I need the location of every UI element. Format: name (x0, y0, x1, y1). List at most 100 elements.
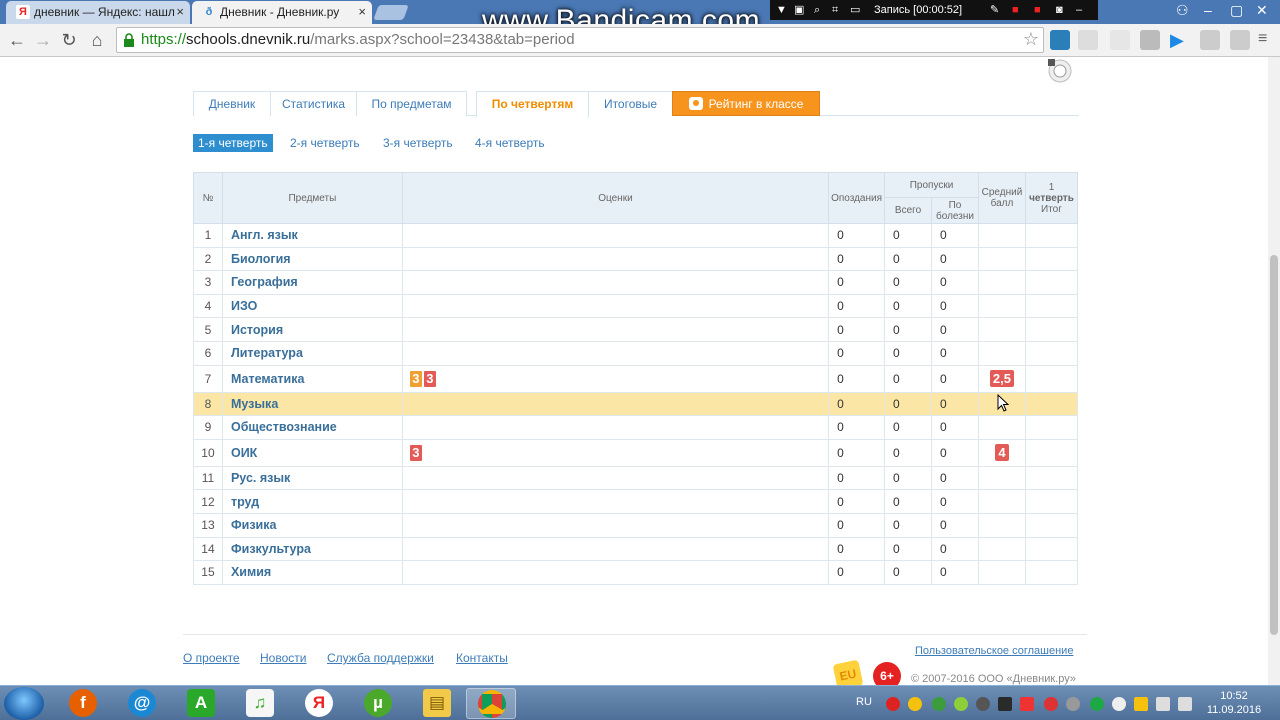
subject-link[interactable]: Литература (221, 340, 403, 366)
subject-link[interactable]: География (221, 270, 403, 295)
taskbar-app-chrome[interactable] (466, 688, 516, 719)
tray-icon[interactable] (932, 697, 946, 711)
absences-total: 0 (884, 438, 932, 467)
forward-icon[interactable]: → (32, 29, 54, 51)
footer-link-contacts[interactable]: Контакты (456, 651, 508, 665)
subject-link[interactable]: ОИК (221, 438, 403, 467)
tab-class-rating[interactable]: Рейтинг в классе (672, 91, 820, 116)
crop-icon[interactable]: ⌗ (832, 0, 838, 20)
bookmark-star-icon[interactable]: ☆ (1023, 29, 1039, 50)
row-number: 11 (193, 465, 223, 491)
minimize-icon[interactable]: – (1076, 0, 1082, 20)
quarter-3-link[interactable]: 3-я четверть (378, 134, 458, 152)
minimize-window-icon[interactable]: – (1204, 0, 1212, 20)
average-badge[interactable]: 2,5 (989, 370, 1014, 388)
taskbar-app-explorer[interactable]: ▤ (412, 688, 462, 719)
extension-icon[interactable] (1078, 30, 1098, 50)
subject-link[interactable]: Обществознание (221, 415, 403, 440)
tray-icon[interactable] (954, 697, 968, 711)
search-icon[interactable] (1110, 30, 1130, 50)
menu-icon[interactable]: ≡ (1258, 30, 1278, 50)
new-tab-button[interactable] (373, 5, 409, 20)
subject-link[interactable]: Химия (221, 560, 403, 585)
network-icon[interactable] (1156, 697, 1170, 711)
close-tab-icon[interactable]: × (176, 1, 184, 23)
taskbar-app-mail[interactable]: @ (117, 688, 167, 719)
extension-icon[interactable] (1050, 30, 1070, 50)
reload-icon[interactable]: ↻ (58, 29, 80, 51)
tray-icon[interactable] (908, 697, 922, 711)
pause-icon[interactable]: ■ (1012, 0, 1019, 20)
subject-link[interactable]: История (221, 317, 403, 342)
taskbar-app-yandex[interactable]: Я (294, 688, 344, 719)
footer-link-about[interactable]: О проекте (183, 651, 240, 665)
close-window-icon[interactable]: ✕ (1256, 0, 1268, 20)
tray-icon[interactable] (998, 697, 1012, 711)
dropdown-icon[interactable]: ▼ (776, 0, 787, 20)
window-icon[interactable]: ▣ (794, 0, 804, 20)
play-icon[interactable]: ▶ (1170, 30, 1190, 50)
address-bar[interactable]: https://schools.dnevnik.ru/marks.aspx?sc… (116, 27, 1044, 53)
subject-link[interactable]: Биология (221, 246, 403, 272)
extension-icon[interactable] (1200, 30, 1220, 50)
close-tab-icon[interactable]: × (358, 1, 366, 23)
scrollbar-thumb[interactable] (1270, 255, 1278, 635)
mark-badge[interactable]: 3 (409, 444, 422, 461)
language-indicator[interactable]: RU (856, 696, 872, 708)
subject-link[interactable]: Физика (221, 512, 403, 538)
mark-badge[interactable]: 3 (409, 370, 422, 387)
subject-link[interactable]: Рус. язык (221, 465, 403, 491)
extension-icon[interactable] (1230, 30, 1250, 50)
mark-badge[interactable]: 3 (423, 370, 436, 387)
footer-link-agreement[interactable]: Пользовательское соглашение (915, 645, 1073, 657)
footer-link-support[interactable]: Служба поддержки (327, 651, 434, 665)
tab-final[interactable]: Итоговые (588, 91, 673, 116)
start-button[interactable] (4, 687, 44, 720)
tray-icon[interactable] (1044, 697, 1058, 711)
browser-tab-dnevnik[interactable]: ð Дневник - Дневник.ру × (192, 1, 372, 24)
footer-link-news[interactable]: Новости (260, 651, 306, 665)
camera-icon[interactable]: ◙ (1056, 0, 1063, 20)
subject-link[interactable]: Физкультура (221, 536, 403, 562)
page-scrollbar[interactable] (1268, 57, 1280, 685)
bluetooth-icon[interactable] (1112, 697, 1126, 711)
taskbar-app-utorrent[interactable]: µ (353, 688, 403, 719)
quarter-1-link[interactable]: 1-я четверть (193, 134, 273, 152)
pencil-icon[interactable]: ✎ (990, 0, 999, 20)
taskbar-app-firefox[interactable]: f (58, 688, 108, 719)
average-badge[interactable]: 4 (995, 444, 1009, 462)
tray-icon[interactable] (976, 697, 990, 711)
tray-icon[interactable] (1020, 697, 1034, 711)
dnevnik-logo-icon[interactable] (1044, 57, 1074, 83)
tray-icon[interactable] (886, 697, 900, 711)
tab-by-quarters[interactable]: По четвертям (476, 91, 589, 117)
quarter-4-link[interactable]: 4-я четверть (470, 134, 550, 152)
extension-icon[interactable] (1140, 30, 1160, 50)
subject-link[interactable]: труд (221, 489, 403, 514)
subject-link[interactable]: Музыка (221, 391, 403, 417)
taskbar-app-android[interactable]: A (176, 688, 226, 719)
subject-link[interactable]: ИЗО (221, 293, 403, 319)
flag-icon[interactable] (1134, 697, 1148, 711)
system-clock[interactable]: 10:52 11.09.2016 (1202, 689, 1266, 717)
volume-icon[interactable] (1178, 697, 1192, 711)
tray-icon[interactable] (1090, 697, 1104, 711)
monitor-icon[interactable]: ▭ (850, 0, 860, 20)
maximize-window-icon[interactable]: ▢ (1230, 0, 1243, 20)
tab-by-subjects[interactable]: По предметам (356, 91, 467, 116)
home-icon[interactable]: ⌂ (86, 29, 108, 51)
table-row: 14 Физкультура 0 0 0 (193, 536, 1079, 562)
subject-link[interactable]: Англ. язык (221, 223, 403, 248)
stop-icon[interactable]: ■ (1034, 0, 1041, 20)
tab-diary[interactable]: Дневник (193, 91, 271, 116)
tab-statistics[interactable]: Статистика (270, 91, 357, 116)
quarter-2-link[interactable]: 2-я четверть (285, 134, 365, 152)
search-icon[interactable]: ⌕ (814, 0, 820, 20)
back-icon[interactable]: ← (6, 29, 28, 51)
user-icon[interactable]: ⚇ (1176, 0, 1189, 20)
subject-link[interactable]: Математика (221, 364, 403, 393)
browser-tab-yandex[interactable]: Я дневник — Яндекс: нашл × (6, 1, 190, 24)
absences-sick: 0 (931, 560, 979, 585)
taskbar-app-music[interactable]: ♫ (235, 688, 285, 719)
tray-icon[interactable] (1066, 697, 1080, 711)
